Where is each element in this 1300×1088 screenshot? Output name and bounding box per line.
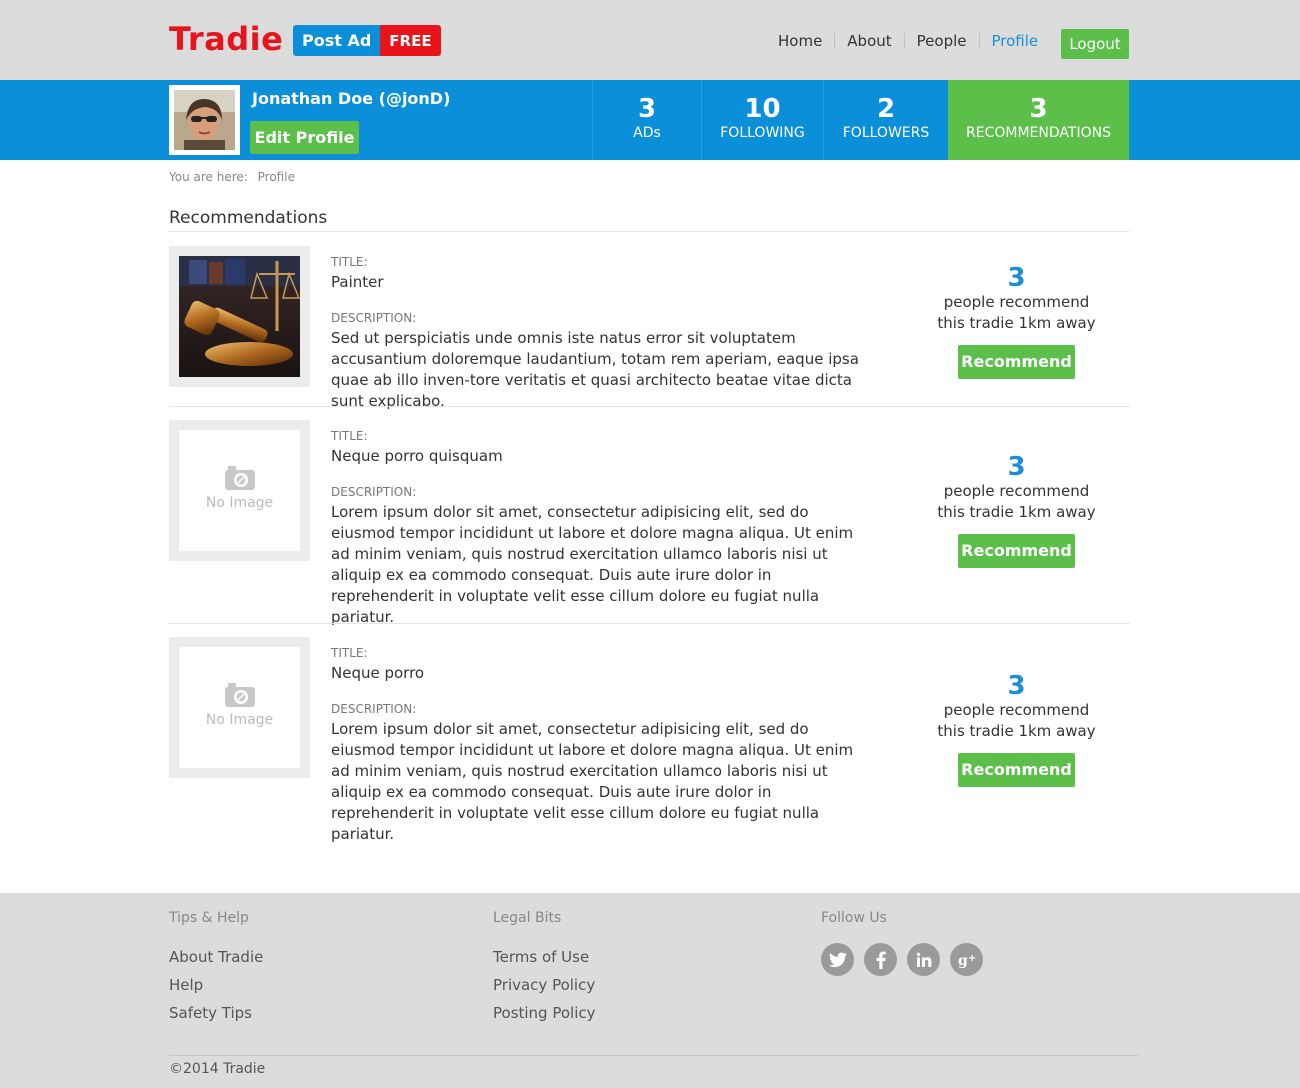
footer: Tips & Help About Tradie Help Safety Tip… [0,893,1300,1088]
description-label: DESCRIPTION: [331,702,417,716]
title-label: TITLE: [331,255,368,269]
profile-bar: Jonathan Doe (@jonD) Edit Profile 3 ADs … [0,80,1300,160]
recommend-count: 3 [1007,671,1026,701]
stat-followers-label: FOLLOWERS [842,125,930,141]
linkedin-icon[interactable] [907,943,940,976]
recommend-button[interactable]: Recommend [958,753,1075,787]
stat-followers-count: 2 [876,94,896,124]
item-title: Neque porro quisquam [331,447,503,465]
gavel-image [179,256,301,377]
recommend-distance-text: this tradie 1km away [937,503,1096,521]
recommendation-item: No Image TITLE: Neque porro DESCRIPTION:… [169,637,1130,843]
footer-legal-heading: Legal Bits [493,910,562,926]
recommend-count: 3 [1007,452,1026,482]
stat-recommendations[interactable]: 3 RECOMMENDATIONS [948,80,1129,160]
item-description: Sed ut perspiciatis unde omnis iste natu… [331,329,859,410]
item-thumbnail[interactable]: No Image [169,637,310,778]
top-header: Tradie Post Ad FREE Home About People Pr… [0,0,1300,80]
recommend-button[interactable]: Recommend [958,345,1075,379]
item-thumbnail[interactable]: No Image [169,420,310,561]
copyright: ©2014 Tradie [169,1061,266,1077]
no-image-placeholder: No Image [179,430,300,551]
footer-divider [169,1055,1139,1056]
no-image-text: No Image [205,712,274,728]
stat-recommendations-label: RECOMMENDATIONS [966,125,1111,141]
footer-tips-column: Tips & Help About Tradie Help Safety Tip… [169,910,263,1027]
item-description: Lorem ipsum dolor sit amet, consectetur … [331,720,854,843]
stat-following-label: FOLLOWING [720,125,805,141]
recommend-count: 3 [1007,263,1026,293]
stat-ads-count: 3 [637,94,657,124]
stat-followers[interactable]: 2 FOLLOWERS [823,80,948,160]
recommend-panel: 3 people recommend this tradie 1km away … [924,264,1109,379]
description-label: DESCRIPTION: [331,311,417,325]
recommendation-item: No Image TITLE: Neque porro quisquam DES… [169,420,1130,626]
avatar-photo [174,90,235,150]
title-label: TITLE: [331,646,368,660]
footer-link-about[interactable]: About Tradie [169,943,263,971]
post-ad-label: Post Ad [293,25,381,56]
twitter-icon[interactable] [821,943,854,976]
footer-link-terms[interactable]: Terms of Use [493,943,596,971]
stat-recommendations-count: 3 [1029,94,1048,124]
footer-link-help[interactable]: Help [169,971,263,999]
footer-link-posting[interactable]: Posting Policy [493,999,596,1027]
camera-icon [179,682,300,712]
breadcrumb-current[interactable]: Profile [258,170,295,184]
avatar[interactable] [169,85,240,155]
stat-following[interactable]: 10 FOLLOWING [701,80,823,160]
section-divider [169,231,1129,232]
recommend-people-text: people recommend [943,701,1090,719]
recommend-distance-text: this tradie 1km away [937,314,1096,332]
google-plus-icon[interactable]: g + [950,943,983,976]
logo[interactable]: Tradie [169,20,283,58]
stat-ads[interactable]: 3 ADs [592,80,701,160]
item-title: Neque porro [331,664,425,682]
social-icons: g + [821,943,983,976]
section-title: Recommendations [169,208,328,228]
row-divider [169,406,1130,407]
no-image-text: No Image [205,495,274,511]
recommend-button[interactable]: Recommend [958,534,1075,568]
stat-following-count: 10 [744,94,781,124]
post-ad-button[interactable]: Post Ad FREE [293,25,441,56]
free-badge: FREE [380,25,441,56]
item-description: Lorem ipsum dolor sit amet, consectetur … [331,503,854,626]
nav-about[interactable]: About [834,33,903,49]
item-title: Painter [331,273,384,291]
facebook-icon[interactable] [864,943,897,976]
title-label: TITLE: [331,429,368,443]
footer-follow-heading: Follow Us [821,910,887,926]
svg-text:g: g [958,953,968,968]
breadcrumb-prefix: You are here: [169,170,248,184]
recommendation-item: TITLE: Painter DESCRIPTION: Sed ut persp… [169,246,1130,410]
item-thumbnail[interactable] [169,246,310,387]
no-image-placeholder: No Image [179,647,300,768]
svg-text:+: + [968,953,976,964]
user-name: Jonathan Doe (@jonD) [252,89,451,108]
footer-follow-column: Follow Us g + [821,910,983,976]
recommend-panel: 3 people recommend this tradie 1km away … [924,672,1109,787]
footer-link-safety[interactable]: Safety Tips [169,999,263,1027]
recommend-panel: 3 people recommend this tradie 1km away … [924,453,1109,568]
stat-ads-label: ADs [633,125,661,141]
edit-profile-button[interactable]: Edit Profile [250,121,359,154]
recommend-distance-text: this tradie 1km away [937,722,1096,740]
footer-link-privacy[interactable]: Privacy Policy [493,971,596,999]
nav-people[interactable]: People [903,33,979,49]
camera-icon [179,465,300,495]
recommend-people-text: people recommend [943,482,1090,500]
breadcrumb: You are here: Profile [169,170,301,184]
recommend-people-text: people recommend [943,293,1090,311]
row-divider [169,623,1130,624]
main-nav: Home About People Profile [766,33,1050,49]
nav-home[interactable]: Home [766,33,834,49]
footer-legal-column: Legal Bits Terms of Use Privacy Policy P… [493,910,596,1027]
description-label: DESCRIPTION: [331,485,417,499]
logout-button[interactable]: Logout [1061,29,1129,59]
profile-stats: 3 ADs 10 FOLLOWING 2 FOLLOWERS 3 RECOMME… [592,80,1129,160]
nav-profile[interactable]: Profile [978,33,1051,49]
footer-tips-heading: Tips & Help [169,910,249,926]
